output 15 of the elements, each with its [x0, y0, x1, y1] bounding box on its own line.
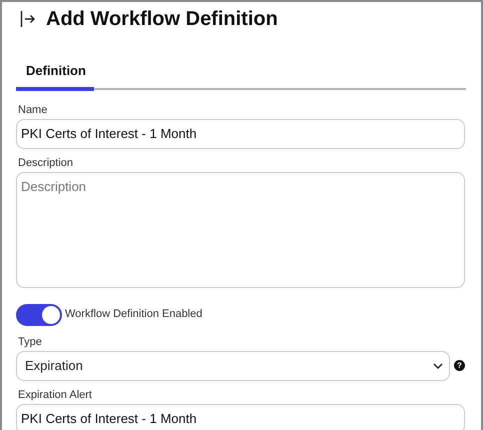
chevron-icon: [433, 362, 443, 368]
toggle-switch[interactable]: [16, 304, 62, 326]
help-icon[interactable]: ?: [454, 360, 465, 371]
back-icon[interactable]: [20, 10, 36, 28]
tab[interactable]: Definition: [16, 55, 94, 90]
text-field[interactable]: PKI Certs of Interest - 1 Month: [16, 118, 465, 148]
text-field[interactable]: PKI Certs of Interest - 1 Month: [16, 404, 465, 430]
field-label: Expiration Alert: [18, 388, 93, 402]
select-field[interactable]: Expiration: [16, 350, 450, 380]
field-label: Description: [18, 156, 74, 170]
switch-label: Workflow Definition Enabled: [65, 307, 202, 322]
field-label: Name: [18, 104, 48, 116]
page-title: Add Workflow Definition: [46, 7, 278, 31]
field-label: Type: [18, 336, 43, 348]
textarea-field[interactable]: Description: [16, 172, 465, 288]
